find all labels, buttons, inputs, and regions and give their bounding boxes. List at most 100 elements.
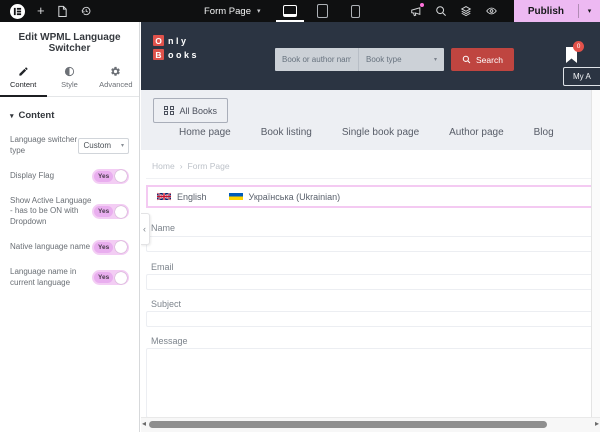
email-field-label: Email [151,262,174,272]
search-button[interactable]: Search [451,48,514,71]
language-option-english[interactable]: English [157,192,207,202]
control-label: Language name in current language [10,266,77,287]
preview-canvas: O nly B ooks Book type ▾ Search [141,22,600,432]
elementor-editor: + Form Page ▾ Publish ▾ Edit WPML Langua… [0,0,600,432]
language-switcher-type-control: Language switcher type Custom ▾ [0,135,139,157]
preview-eye-icon[interactable] [485,5,498,17]
responsive-device-switcher [275,4,363,22]
panel-collapse-handle[interactable]: ‹ [141,213,150,245]
message-field-label: Message [151,336,188,346]
finder-search-icon[interactable] [435,5,447,17]
book-search-input[interactable] [275,48,358,71]
topbar-center-group: Form Page ▾ [204,0,363,22]
add-element-icon[interactable]: + [37,4,45,17]
topbar-left-group: + [10,0,92,22]
wishlist-button[interactable]: 0 [565,41,584,69]
structure-icon[interactable] [460,5,472,17]
language-label: English [177,191,207,202]
show-active-language-control: Show Active Language - has to be ON with… [0,196,139,228]
scroll-left-arrow[interactable]: ◂ [142,419,146,428]
all-books-button[interactable]: All Books [153,98,229,123]
show-active-language-toggle[interactable]: Yes [92,204,129,220]
tab-advanced[interactable]: Advanced [93,62,139,96]
notification-dot [419,3,424,7]
toggle-knob [115,271,127,284]
vertical-scrollbar-track[interactable] [591,90,600,418]
content-section-header[interactable]: ▾ Content [0,97,139,123]
logo-row-books: B ooks [153,49,199,60]
native-language-name-toggle[interactable]: Yes [92,239,129,255]
editor-topbar: + Form Page ▾ Publish ▾ [0,0,600,22]
tab-style-label: Style [61,80,78,89]
active-tab-underline [0,95,47,97]
desktop-icon [282,5,297,17]
device-tablet-button[interactable] [316,4,330,18]
site-nav-links: Home page Book listing Single book page … [179,127,554,138]
message-textarea[interactable] [146,348,593,418]
breadcrumb-home-link[interactable]: Home [152,161,175,171]
toggle-knob [115,170,127,183]
book-type-select[interactable]: Book type ▾ [358,48,444,71]
all-books-label: All Books [179,105,218,116]
panel-tabs: Content Style Advanced [0,62,139,97]
horizontal-scrollbar: ◂ ▸ [141,417,600,432]
tab-content[interactable]: Content [0,62,46,96]
section-title: Content [18,110,55,121]
uk-flag-icon [157,192,171,201]
nav-link-single-book-page[interactable]: Single book page [342,127,419,138]
breadcrumb-divider [146,178,593,179]
my-account-button[interactable]: My A [563,67,600,86]
publish-options-button[interactable]: ▾ [579,0,600,22]
display-flag-control: Display Flag Yes [0,168,139,184]
device-desktop-button[interactable] [275,4,304,22]
logo-letter-b: B [153,49,164,60]
native-language-name-control: Native language name Yes [0,239,139,255]
control-label: Native language name [10,242,91,252]
language-name-current-toggle[interactable]: Yes [92,270,129,286]
page-settings-icon[interactable] [57,5,68,17]
my-account-label: My A [573,72,591,81]
publish-button[interactable]: Publish [514,0,578,22]
subject-field-label: Subject [151,299,182,309]
scroll-right-arrow[interactable]: ▸ [595,419,599,428]
select-value: Custom [83,141,112,151]
breadcrumb-separator: › [179,161,183,171]
device-mobile-button[interactable] [349,4,363,18]
gear-icon [111,66,121,76]
nav-link-author-page[interactable]: Author page [449,127,504,138]
switcher-type-select[interactable]: Custom ▾ [78,137,129,154]
chevron-down-icon: ▾ [120,143,124,150]
logo-text-nly: nly [168,35,189,46]
page-selector-label: Form Page [204,5,251,17]
toggle-state-label: Yes [94,206,114,218]
book-type-value: Book type [366,55,402,64]
subject-input[interactable] [146,311,593,327]
topbar-right-group: Publish ▾ [410,0,600,22]
nav-link-blog[interactable]: Blog [534,127,554,138]
toggle-state-label: Yes [94,241,114,253]
nav-link-home-page[interactable]: Home page [179,127,231,138]
chevron-down-icon: ▾ [433,57,437,63]
email-input[interactable] [146,274,593,290]
name-input[interactable] [146,236,593,252]
logo-text-ooks: ooks [168,49,200,60]
display-flag-toggle[interactable]: Yes [92,168,129,184]
search-icon [462,55,471,64]
tab-style[interactable]: Style [46,62,92,96]
widget-edit-panel: Edit WPML Language Switcher Content Styl… [0,22,140,432]
site-logo[interactable]: O nly B ooks [153,35,199,63]
wpml-language-switcher-widget[interactable]: English Українська (Ukrainian) [146,185,593,208]
horizontal-scrollbar-thumb[interactable] [149,421,547,428]
history-icon[interactable] [80,5,92,17]
publish-split-button: Publish ▾ [513,0,600,22]
site-header: O nly B ooks Book type ▾ Search [141,22,600,90]
toggle-knob [115,241,127,254]
nav-link-book-listing[interactable]: Book listing [261,127,312,138]
page-selector[interactable]: Form Page ▾ [204,6,261,17]
language-option-ukrainian[interactable]: Українська (Ukrainian) [228,192,340,202]
control-label: Display Flag [10,170,55,180]
tab-content-label: Content [10,80,37,89]
site-nav-strip: All Books Home page Book listing Single … [141,90,592,150]
whats-new-button[interactable] [410,3,424,17]
elementor-logo-icon[interactable] [10,3,25,19]
